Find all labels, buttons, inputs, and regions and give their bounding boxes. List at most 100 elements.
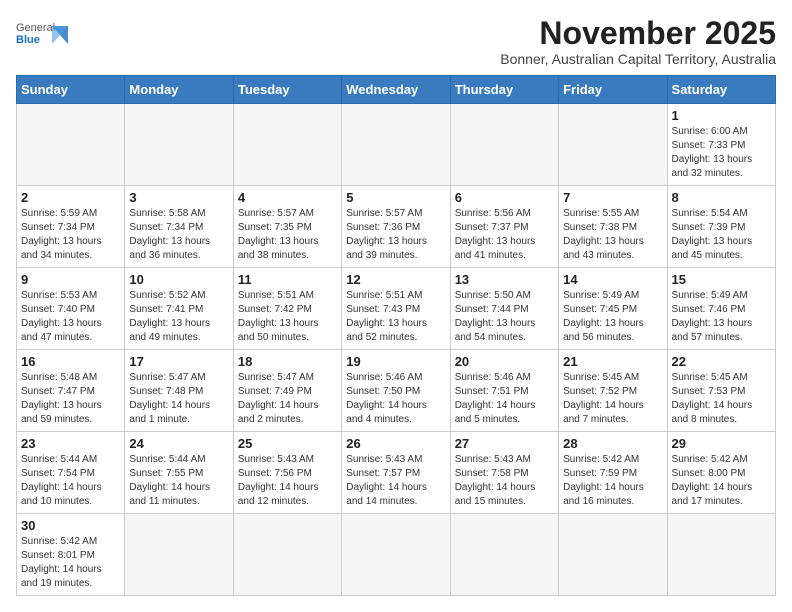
calendar-cell: [450, 514, 558, 596]
day-number: 28: [563, 436, 662, 451]
day-number: 8: [672, 190, 771, 205]
day-number: 2: [21, 190, 120, 205]
day-info: Sunrise: 5:46 AM Sunset: 7:50 PM Dayligh…: [346, 371, 445, 427]
day-info: Sunrise: 5:56 AM Sunset: 7:37 PM Dayligh…: [455, 207, 554, 263]
day-number: 16: [21, 354, 120, 369]
calendar-cell: [125, 514, 233, 596]
calendar-cell: 28 Sunrise: 5:42 AM Sunset: 7:59 PM Dayli…: [559, 432, 667, 514]
calendar-cell: 6Sunrise: 5:56 AM Sunset: 7:37 PM Daylig…: [450, 186, 558, 268]
weekday-header: Thursday: [450, 76, 558, 104]
day-info: Sunrise: 5:45 AM Sunset: 7:52 PM Dayligh…: [563, 371, 662, 427]
day-info: Sunrise: 5:57 AM Sunset: 7:36 PM Dayligh…: [346, 207, 445, 263]
calendar-cell: 21Sunrise: 5:45 AM Sunset: 7:52 PM Dayli…: [559, 350, 667, 432]
day-number: 24: [129, 436, 228, 451]
day-info: Sunrise: 5:42 AM Sunset: 7:59 PM Dayligh…: [563, 453, 662, 509]
day-number: 15: [672, 272, 771, 287]
calendar-cell: [233, 514, 341, 596]
day-number: 22: [672, 354, 771, 369]
calendar-cell: 27Sunrise: 5:43 AM Sunset: 7:58 PM Dayli…: [450, 432, 558, 514]
day-info: Sunrise: 5:49 AM Sunset: 7:45 PM Dayligh…: [563, 289, 662, 345]
month-title: November 2025: [500, 16, 776, 51]
calendar-cell: 1 Sunrise: 6:00 AM Sunset: 7:33 PM Daylig…: [667, 104, 775, 186]
day-number: 17: [129, 354, 228, 369]
day-info: Sunrise: 5:49 AM Sunset: 7:46 PM Dayligh…: [672, 289, 771, 345]
calendar-cell: 22Sunrise: 5:45 AM Sunset: 7:53 PM Dayli…: [667, 350, 775, 432]
calendar-week-row: 23Sunrise: 5:44 AM Sunset: 7:54 PM Dayli…: [17, 432, 776, 514]
calendar-cell: 3 Sunrise: 5:58 AM Sunset: 7:34 PM Daylig…: [125, 186, 233, 268]
calendar-cell: 19 Sunrise: 5:46 AM Sunset: 7:50 PM Dayli…: [342, 350, 450, 432]
calendar-cell: 9 Sunrise: 5:53 AM Sunset: 7:40 PM Daylig…: [17, 268, 125, 350]
calendar-cell: 12 Sunrise: 5:51 AM Sunset: 7:43 PM Dayli…: [342, 268, 450, 350]
calendar-table: SundayMondayTuesdayWednesdayThursdayFrid…: [16, 75, 776, 596]
calendar-cell: 4 Sunrise: 5:57 AM Sunset: 7:35 PM Daylig…: [233, 186, 341, 268]
calendar-cell: 25Sunrise: 5:43 AM Sunset: 7:56 PM Dayli…: [233, 432, 341, 514]
day-number: 11: [238, 272, 337, 287]
day-info: Sunrise: 5:47 AM Sunset: 7:48 PM Dayligh…: [129, 371, 228, 427]
day-info: Sunrise: 5:46 AM Sunset: 7:51 PM Dayligh…: [455, 371, 554, 427]
day-info: Sunrise: 5:57 AM Sunset: 7:35 PM Dayligh…: [238, 207, 337, 263]
calendar-cell: 20 Sunrise: 5:46 AM Sunset: 7:51 PM Dayli…: [450, 350, 558, 432]
day-number: 1: [672, 108, 771, 123]
calendar-cell: [342, 514, 450, 596]
day-info: Sunrise: 6:00 AM Sunset: 7:33 PM Dayligh…: [672, 125, 771, 181]
day-info: Sunrise: 5:54 AM Sunset: 7:39 PM Dayligh…: [672, 207, 771, 263]
calendar-week-row: 30Sunrise: 5:42 AM Sunset: 8:01 PM Dayli…: [17, 514, 776, 596]
day-info: Sunrise: 5:44 AM Sunset: 7:54 PM Dayligh…: [21, 453, 120, 509]
day-number: 4: [238, 190, 337, 205]
day-number: 19: [346, 354, 445, 369]
day-info: Sunrise: 5:50 AM Sunset: 7:44 PM Dayligh…: [455, 289, 554, 345]
day-number: 18: [238, 354, 337, 369]
calendar-cell: 14 Sunrise: 5:49 AM Sunset: 7:45 PM Dayli…: [559, 268, 667, 350]
svg-text:General: General: [16, 22, 55, 34]
calendar-week-row: 2 Sunrise: 5:59 AM Sunset: 7:34 PM Daylig…: [17, 186, 776, 268]
logo: General Blue: [16, 16, 68, 56]
day-info: Sunrise: 5:43 AM Sunset: 7:57 PM Dayligh…: [346, 453, 445, 509]
day-number: 14: [563, 272, 662, 287]
calendar-cell: 18 Sunrise: 5:47 AM Sunset: 7:49 PM Dayli…: [233, 350, 341, 432]
day-number: 7: [563, 190, 662, 205]
day-info: Sunrise: 5:48 AM Sunset: 7:47 PM Dayligh…: [21, 371, 120, 427]
day-info: Sunrise: 5:47 AM Sunset: 7:49 PM Dayligh…: [238, 371, 337, 427]
day-info: Sunrise: 5:42 AM Sunset: 8:00 PM Dayligh…: [672, 453, 771, 509]
day-info: Sunrise: 5:42 AM Sunset: 8:01 PM Dayligh…: [21, 535, 120, 591]
calendar-week-row: 9 Sunrise: 5:53 AM Sunset: 7:40 PM Daylig…: [17, 268, 776, 350]
day-info: Sunrise: 5:51 AM Sunset: 7:43 PM Dayligh…: [346, 289, 445, 345]
day-number: 3: [129, 190, 228, 205]
subtitle: Bonner, Australian Capital Territory, Au…: [500, 51, 776, 67]
calendar-cell: 8 Sunrise: 5:54 AM Sunset: 7:39 PM Daylig…: [667, 186, 775, 268]
weekday-header: Wednesday: [342, 76, 450, 104]
calendar-header-row: SundayMondayTuesdayWednesdayThursdayFrid…: [17, 76, 776, 104]
day-info: Sunrise: 5:52 AM Sunset: 7:41 PM Dayligh…: [129, 289, 228, 345]
day-info: Sunrise: 5:59 AM Sunset: 7:34 PM Dayligh…: [21, 207, 120, 263]
weekday-header: Monday: [125, 76, 233, 104]
calendar-cell: 29 Sunrise: 5:42 AM Sunset: 8:00 PM Dayli…: [667, 432, 775, 514]
weekday-header: Tuesday: [233, 76, 341, 104]
day-number: 20: [455, 354, 554, 369]
calendar-cell: 17 Sunrise: 5:47 AM Sunset: 7:48 PM Dayli…: [125, 350, 233, 432]
calendar-cell: 7Sunrise: 5:55 AM Sunset: 7:38 PM Daylig…: [559, 186, 667, 268]
weekday-header: Saturday: [667, 76, 775, 104]
day-info: Sunrise: 5:53 AM Sunset: 7:40 PM Dayligh…: [21, 289, 120, 345]
calendar-cell: 10Sunrise: 5:52 AM Sunset: 7:41 PM Dayli…: [125, 268, 233, 350]
calendar-cell: [559, 104, 667, 186]
day-number: 25: [238, 436, 337, 451]
title-area: November 2025 Bonner, Australian Capital…: [500, 16, 776, 67]
day-number: 9: [21, 272, 120, 287]
calendar-cell: 24Sunrise: 5:44 AM Sunset: 7:55 PM Dayli…: [125, 432, 233, 514]
day-info: Sunrise: 5:58 AM Sunset: 7:34 PM Dayligh…: [129, 207, 228, 263]
calendar-cell: 23Sunrise: 5:44 AM Sunset: 7:54 PM Dayli…: [17, 432, 125, 514]
calendar-cell: [450, 104, 558, 186]
logo-icon: General Blue: [16, 16, 68, 56]
calendar-cell: [667, 514, 775, 596]
day-info: Sunrise: 5:43 AM Sunset: 7:58 PM Dayligh…: [455, 453, 554, 509]
day-number: 5: [346, 190, 445, 205]
weekday-header: Sunday: [17, 76, 125, 104]
calendar-cell: 11 Sunrise: 5:51 AM Sunset: 7:42 PM Dayli…: [233, 268, 341, 350]
day-number: 29: [672, 436, 771, 451]
calendar-cell: 2 Sunrise: 5:59 AM Sunset: 7:34 PM Daylig…: [17, 186, 125, 268]
day-number: 12: [346, 272, 445, 287]
svg-text:Blue: Blue: [16, 34, 40, 46]
calendar-cell: [17, 104, 125, 186]
day-info: Sunrise: 5:51 AM Sunset: 7:42 PM Dayligh…: [238, 289, 337, 345]
calendar-cell: [342, 104, 450, 186]
